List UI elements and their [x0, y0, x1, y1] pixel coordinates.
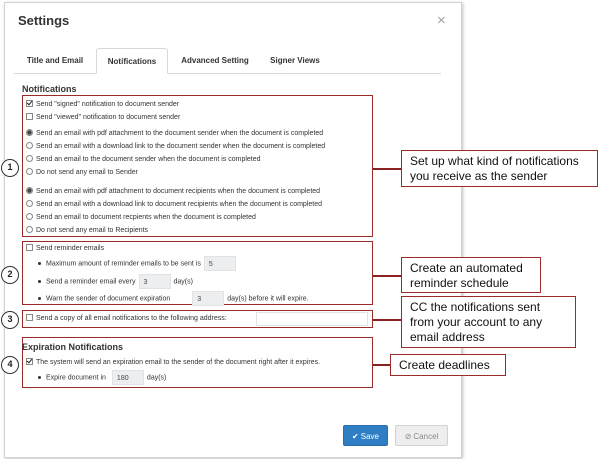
- cc-checkbox[interactable]: Send a copy of all email notifications t…: [26, 313, 227, 324]
- connector-3: [373, 319, 401, 321]
- callout-badge-3: 3: [1, 311, 19, 329]
- reminder-checkbox[interactable]: Send reminder emails: [26, 243, 104, 254]
- cancel-icon: ⊘: [404, 432, 412, 441]
- reminder-every-input[interactable]: 3: [138, 274, 171, 289]
- expire-row: Expire document in 180 day(s): [38, 370, 166, 386]
- connector-1: [373, 168, 401, 170]
- viewed-notification-checkbox[interactable]: Send "viewed" notification to document s…: [26, 112, 180, 123]
- expire-days-input[interactable]: 180: [111, 370, 144, 385]
- radio-icon[interactable]: [26, 225, 33, 233]
- sender-option-link[interactable]: Send an email with a download link to th…: [26, 141, 325, 152]
- cancel-button[interactable]: ⊘ Cancel: [395, 425, 448, 446]
- connector-4: [373, 364, 390, 366]
- bullet-icon: [38, 376, 41, 379]
- callout-cc-notifications: CC the notifications sent from your acco…: [401, 296, 576, 348]
- callout-sender-notifications: Set up what kind of notifications you re…: [401, 150, 598, 187]
- checkbox-icon[interactable]: [26, 313, 33, 321]
- expiration-heading: Expiration Notifications: [22, 342, 124, 352]
- radio-icon[interactable]: [26, 186, 33, 194]
- sender-option-email[interactable]: Send an email to the document sender whe…: [26, 154, 261, 165]
- radio-icon[interactable]: [26, 199, 33, 207]
- reminder-max-input[interactable]: 5: [203, 256, 236, 271]
- tab-title-and-email[interactable]: Title and Email: [14, 48, 96, 74]
- expiration-checkbox[interactable]: The system will send an expiration email…: [26, 357, 320, 368]
- check-icon: ✔: [352, 432, 359, 441]
- checkbox-icon[interactable]: [26, 112, 33, 120]
- checkbox-icon[interactable]: [26, 99, 33, 107]
- tab-advanced-setting[interactable]: Advanced Setting: [172, 48, 258, 74]
- callout-badge-1: 1: [1, 159, 19, 177]
- close-icon[interactable]: ×: [437, 13, 446, 28]
- tab-signer-views[interactable]: Signer Views: [260, 48, 330, 74]
- reminder-every-row: Send a reminder email every 3 day(s): [38, 274, 193, 290]
- radio-icon[interactable]: [26, 154, 33, 162]
- bullet-icon: [38, 280, 41, 283]
- recipient-option-pdf[interactable]: Send an email with pdf attachment to doc…: [26, 186, 320, 197]
- callout-reminder-schedule: Create an automated reminder schedule: [401, 257, 541, 293]
- signed-notification-checkbox[interactable]: Send "signed" notification to document s…: [26, 99, 179, 110]
- save-button[interactable]: ✔ Save: [343, 425, 388, 446]
- dialog-title: Settings: [18, 13, 70, 28]
- radio-icon[interactable]: [26, 141, 33, 149]
- cc-email-input[interactable]: [256, 312, 368, 326]
- checkbox-icon[interactable]: [26, 357, 33, 365]
- reminder-warn-input[interactable]: 3: [192, 291, 225, 306]
- recipient-option-none[interactable]: Do not send any email to Recipients: [26, 225, 148, 236]
- checkbox-icon[interactable]: [26, 243, 33, 251]
- bullet-icon: [38, 297, 41, 300]
- recipient-option-email[interactable]: Send an email to document recpients when…: [26, 212, 256, 223]
- reminder-warn-row: Warn the sender of document expiration 3 d…: [38, 291, 309, 307]
- tab-notifications[interactable]: Notifications: [96, 48, 168, 74]
- reminder-max-row: Maximum amount of reminder emails to be …: [38, 256, 239, 272]
- radio-icon[interactable]: [26, 212, 33, 220]
- callout-deadlines: Create deadlines: [390, 354, 506, 376]
- radio-icon[interactable]: [26, 128, 33, 136]
- sender-option-none[interactable]: Do not send any email to Sender: [26, 167, 138, 178]
- radio-icon[interactable]: [26, 167, 33, 175]
- connector-2: [373, 275, 401, 277]
- bullet-icon: [38, 262, 41, 265]
- recipient-option-link[interactable]: Send an email with a download link to do…: [26, 199, 322, 210]
- tab-bar: Title and Email Notifications Advanced S…: [14, 48, 441, 74]
- sender-option-pdf[interactable]: Send an email with pdf attachment to the…: [26, 128, 323, 139]
- callout-badge-4: 4: [1, 356, 19, 374]
- notifications-heading: Notifications: [22, 84, 77, 94]
- callout-badge-2: 2: [1, 266, 19, 284]
